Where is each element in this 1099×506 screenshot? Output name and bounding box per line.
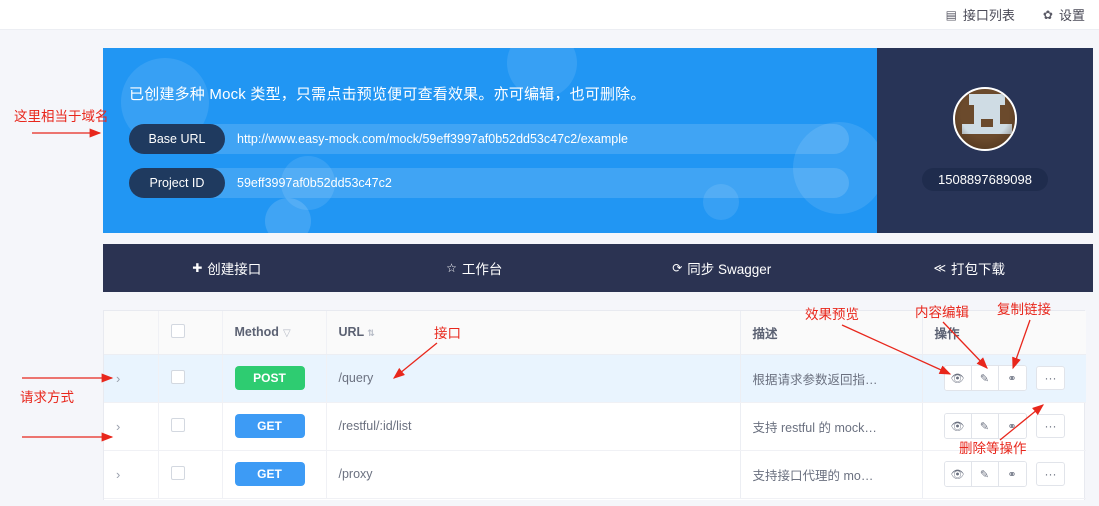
column-header-operations-label: 操作 (934, 326, 960, 341)
row-checkbox[interactable] (170, 369, 185, 384)
project-info-card: 已创建多种 Mock 类型，只需点击预览便可查看效果。亦可编辑，也可删除。 Ba… (103, 48, 877, 233)
download-package-button[interactable]: ≪ 打包下载 (846, 244, 1094, 292)
preview-icon[interactable]: 👁 (944, 462, 972, 486)
user-info-card: 1508897689098 (877, 48, 1093, 233)
column-header-method[interactable]: Method ▽ (222, 311, 327, 355)
edit-icon[interactable]: ✎ (971, 462, 999, 486)
nav-item-api-list[interactable]: ▤ 接口列表 (932, 0, 1029, 29)
row-method-cell: GET (222, 402, 327, 451)
link-icon[interactable]: ⚭ (998, 366, 1026, 390)
create-api-button[interactable]: ✚ 创建接口 (103, 244, 351, 292)
method-badge: POST (234, 366, 305, 390)
base-url-row: Base URL http://www.easy-mock.com/mock/5… (129, 124, 849, 154)
row-expand-cell[interactable]: › (104, 354, 159, 403)
project-summary-row: 已创建多种 Mock 类型，只需点击预览便可查看效果。亦可编辑，也可删除。 Ba… (103, 48, 1093, 233)
list-icon: ▤ (945, 7, 957, 22)
create-api-label: 创建接口 (207, 262, 262, 277)
workbench-button[interactable]: ☆ 工作台 (351, 244, 599, 292)
project-description: 已创建多种 Mock 类型，只需点击预览便可查看效果。亦可编辑，也可删除。 (129, 86, 646, 103)
avatar-shading (955, 89, 1015, 149)
download-package-label: 打包下载 (951, 262, 1006, 277)
row-operations-cell: 👁 ✎ ⚭ ··· (921, 354, 1086, 403)
action-toolbar: ✚ 创建接口 ☆ 工作台 ⟳ 同步 Swagger ≪ 打包下载 (103, 244, 1093, 292)
row-select-cell[interactable] (158, 354, 223, 403)
workbench-label: 工作台 (461, 262, 503, 277)
edit-icon[interactable]: ✎ (971, 366, 999, 390)
filter-icon[interactable]: ▽ (283, 328, 291, 339)
api-table-body: › POST /query 根据请求参数返回指… 👁 ✎ ⚭ ··· › GET… (104, 354, 1086, 499)
table-row[interactable]: › POST /query 根据请求参数返回指… 👁 ✎ ⚭ ··· (104, 354, 1086, 403)
column-header-description: 描述 (739, 311, 922, 355)
sort-icon[interactable]: ⇅ (367, 328, 375, 338)
column-header-url[interactable]: URL ⇅ (326, 311, 740, 355)
row-select-cell[interactable] (158, 450, 223, 499)
row-method-cell: GET (222, 450, 327, 499)
download-icon: ≪ (933, 261, 947, 275)
star-icon: ☆ (446, 261, 457, 275)
api-table: Method ▽ URL ⇅ 描述 操作 › POST /query 根据请求参… (104, 311, 1086, 499)
project-id-value[interactable]: 59eff3997af0b52dd53c47c2 (225, 176, 849, 190)
plus-icon: ✚ (192, 261, 203, 275)
table-header-row: Method ▽ URL ⇅ 描述 操作 (104, 311, 1086, 355)
edit-icon[interactable]: ✎ (971, 414, 999, 438)
operation-button-group: 👁 ✎ ⚭ (943, 461, 1027, 487)
chevron-right-icon[interactable]: › (116, 467, 120, 482)
table-row[interactable]: › GET /proxy 支持接口代理的 mo… 👁 ✎ ⚭ ··· (104, 450, 1086, 499)
table-row[interactable]: › GET /restful/:id/list 支持 restful 的 moc… (104, 402, 1086, 451)
row-description-cell: 支持接口代理的 mo… (739, 450, 922, 499)
nav-item-api-list-label: 接口列表 (962, 8, 1015, 23)
row-url-cell: /query (326, 354, 740, 403)
more-options-icon[interactable]: ··· (1035, 366, 1065, 391)
column-header-method-label: Method (234, 325, 279, 340)
more-options-icon[interactable]: ··· (1035, 462, 1065, 487)
row-method-cell: POST (222, 354, 327, 403)
column-header-operations: 操作 (921, 311, 1086, 355)
operation-button-group: 👁 ✎ ⚭ (943, 413, 1027, 439)
row-url-cell: /proxy (326, 450, 740, 499)
sync-icon: ⟳ (672, 261, 683, 275)
row-checkbox[interactable] (170, 417, 185, 432)
preview-icon[interactable]: 👁 (944, 414, 972, 438)
project-id-label: Project ID (129, 168, 225, 198)
row-url-cell: /restful/:id/list (326, 402, 740, 451)
column-header-description-label: 描述 (752, 326, 778, 341)
avatar[interactable] (953, 87, 1017, 151)
row-operations-cell: 👁 ✎ ⚭ ··· (921, 450, 1086, 499)
base-url-value[interactable]: http://www.easy-mock.com/mock/59eff3997a… (225, 132, 849, 146)
username-badge: 1508897689098 (922, 168, 1048, 191)
method-badge: GET (234, 414, 305, 438)
top-navigation-bar: ▤ 接口列表 ✿ 设置 (0, 0, 1099, 30)
project-id-row: Project ID 59eff3997af0b52dd53c47c2 (129, 168, 849, 198)
base-url-label: Base URL (129, 124, 225, 154)
row-checkbox[interactable] (170, 465, 185, 480)
row-expand-cell[interactable]: › (104, 402, 159, 451)
row-description-cell: 根据请求参数返回指… (739, 354, 922, 403)
chevron-right-icon[interactable]: › (116, 371, 120, 386)
nav-item-settings[interactable]: ✿ 设置 (1029, 0, 1099, 29)
more-options-icon[interactable]: ··· (1035, 414, 1065, 439)
row-description-cell: 支持 restful 的 mock… (739, 402, 922, 451)
method-badge: GET (234, 462, 305, 486)
column-header-url-label: URL (338, 325, 365, 340)
link-icon[interactable]: ⚭ (998, 414, 1026, 438)
chevron-right-icon[interactable]: › (116, 419, 120, 434)
operation-button-group: 👁 ✎ ⚭ (943, 365, 1027, 391)
row-operations-cell: 👁 ✎ ⚭ ··· (921, 402, 1086, 451)
select-all-checkbox[interactable] (170, 323, 185, 338)
column-header-select (158, 311, 223, 355)
column-header-expand (104, 311, 159, 355)
row-expand-cell[interactable]: › (104, 450, 159, 499)
row-select-cell[interactable] (158, 402, 223, 451)
sync-swagger-label: 同步 Swagger (687, 262, 772, 277)
preview-icon[interactable]: 👁 (944, 366, 972, 390)
api-table-card: Method ▽ URL ⇅ 描述 操作 › POST /query 根据请求参… (103, 310, 1086, 500)
page-body: 已创建多种 Mock 类型，只需点击预览便可查看效果。亦可编辑，也可删除。 Ba… (0, 30, 1099, 506)
api-table-header: Method ▽ URL ⇅ 描述 操作 (104, 311, 1086, 355)
link-icon[interactable]: ⚭ (998, 462, 1026, 486)
nav-item-settings-label: 设置 (1058, 8, 1085, 23)
gear-icon: ✿ (1042, 7, 1053, 22)
sync-swagger-button[interactable]: ⟳ 同步 Swagger (598, 244, 846, 292)
